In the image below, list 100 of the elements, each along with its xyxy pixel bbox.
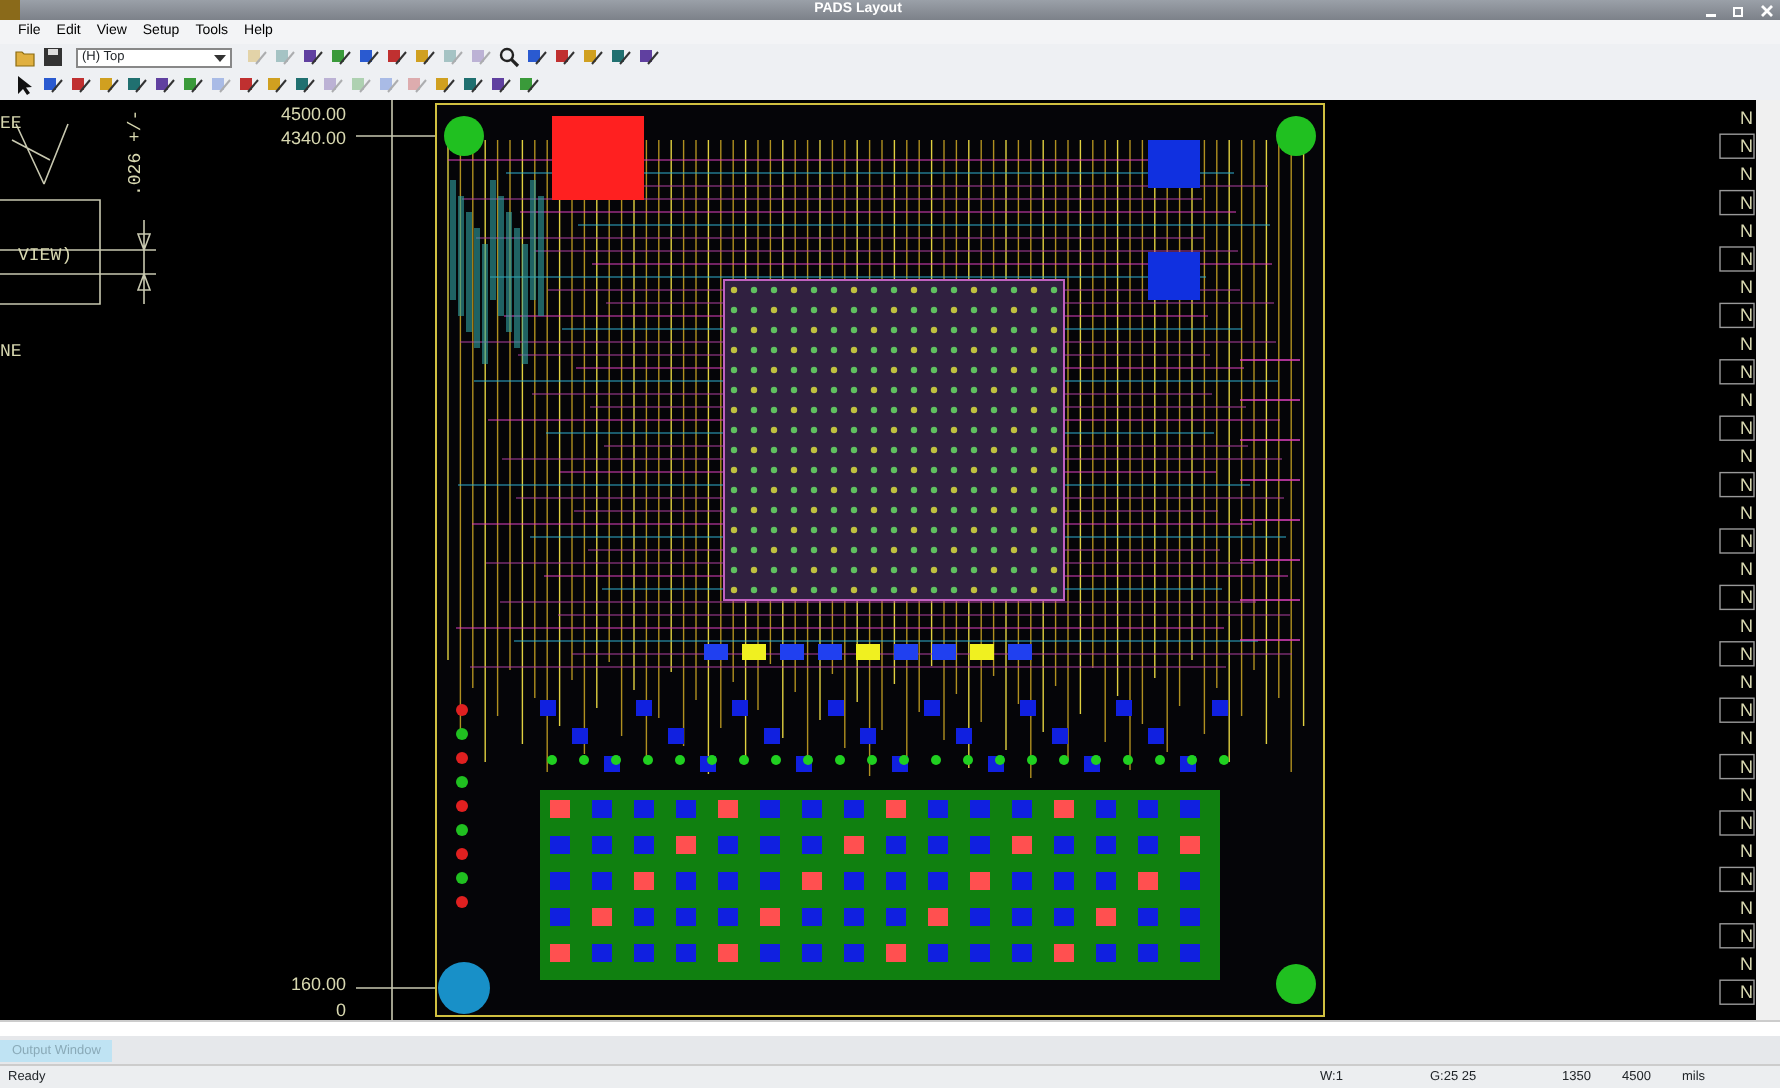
toolbar-button[interactable] (236, 73, 260, 98)
toolbar-button[interactable] (356, 45, 380, 70)
tool-icon (461, 74, 483, 97)
tool-icon (125, 74, 147, 97)
vertical-scrollbar[interactable] (1756, 99, 1780, 1020)
toolbar-button[interactable] (516, 73, 540, 98)
toolbar-button[interactable] (412, 45, 436, 70)
folder-icon (13, 46, 35, 69)
net-label: N (1740, 332, 1753, 353)
coordinate-label: 0 (335, 999, 346, 1020)
app-icon (0, 0, 20, 20)
tool-icon (181, 74, 203, 97)
toolbar-button[interactable] (608, 45, 632, 70)
toolbar-button[interactable] (636, 45, 660, 70)
net-label: N (1740, 107, 1753, 128)
net-label: N (1740, 642, 1753, 663)
toolbar-button[interactable] (152, 73, 176, 98)
tool-icon (209, 74, 231, 97)
tool-icon (329, 46, 351, 69)
toolbar-button[interactable] (124, 73, 148, 98)
toolbar-button[interactable] (488, 73, 512, 98)
close-icon[interactable] (1759, 3, 1773, 17)
toolbar-button[interactable] (180, 73, 204, 98)
drawing-label: .026 +/- (126, 108, 146, 196)
drawing-label: NE (0, 341, 22, 362)
toolbar-button[interactable] (68, 73, 92, 98)
net-label: N (1740, 671, 1753, 692)
tool-icon (41, 74, 63, 97)
tool-icon (413, 46, 435, 69)
net-label: N (1740, 896, 1753, 917)
toolbar-button[interactable] (580, 45, 604, 70)
tool-icon (525, 46, 547, 69)
net-label: N (1740, 727, 1753, 748)
net-label: N (1740, 953, 1753, 974)
net-label: N (1740, 304, 1753, 325)
toolbar-button[interactable] (12, 73, 36, 98)
net-label: N (1740, 417, 1753, 438)
net-label: N (1740, 981, 1753, 1002)
tool-icon (405, 74, 427, 97)
toolbar-button[interactable] (40, 73, 64, 98)
tool-icon (237, 74, 259, 97)
tool-icon (245, 46, 267, 69)
coordinate-label: 4340.00 (280, 127, 346, 148)
tool-icon (153, 74, 175, 97)
toolbar-button[interactable] (524, 45, 548, 70)
net-label: N (1740, 445, 1753, 466)
tool-icon (69, 74, 91, 97)
net-label: N (1740, 389, 1753, 410)
tool-icon (273, 46, 295, 69)
search-icon (497, 46, 519, 69)
tool-icon (517, 74, 539, 97)
tool-icon (349, 74, 371, 97)
net-label: N (1740, 276, 1753, 297)
toolbar-button[interactable] (40, 45, 64, 70)
tool-icon (377, 74, 399, 97)
net-label: N (1740, 135, 1753, 156)
net-label: N (1740, 163, 1753, 184)
tool-icon (357, 46, 379, 69)
tool-icon (469, 46, 491, 69)
net-label: N (1740, 868, 1753, 889)
tool-icon (489, 74, 511, 97)
net-label: N (1740, 840, 1753, 861)
tool-icon (433, 74, 455, 97)
net-label: N (1740, 473, 1753, 494)
tool-icon (637, 46, 659, 69)
tool-icon (321, 74, 343, 97)
net-label: N (1740, 219, 1753, 240)
toolbar-button[interactable] (432, 73, 456, 98)
toolbar-button[interactable] (328, 45, 352, 70)
toolbar-button[interactable] (552, 45, 576, 70)
net-label: N (1740, 755, 1753, 776)
net-label: N (1740, 699, 1753, 720)
toolbar-button[interactable] (460, 73, 484, 98)
drawing-label: VIEW) (18, 245, 73, 266)
net-label: N (1740, 530, 1753, 551)
tool-icon (265, 74, 287, 97)
toolbar-button[interactable] (292, 73, 316, 98)
tool-icon (301, 46, 323, 69)
toolbar-button[interactable] (264, 73, 288, 98)
tool-icon (609, 46, 631, 69)
toolbar-button[interactable] (384, 45, 408, 70)
toolbar-button[interactable] (300, 45, 324, 70)
save-icon (41, 46, 63, 69)
tool-icon (97, 74, 119, 97)
pointer-icon (13, 74, 35, 97)
restore-icon[interactable] (1731, 3, 1745, 17)
tool-icon (553, 46, 575, 69)
tool-icon (441, 46, 463, 69)
drawing-label: EE (0, 113, 22, 134)
net-label: N (1740, 191, 1753, 212)
coordinate-label: 4500.00 (280, 103, 346, 124)
net-label: N (1740, 586, 1753, 607)
net-label: N (1740, 783, 1753, 804)
tool-icon (385, 46, 407, 69)
coordinate-label: 160.00 (290, 973, 346, 994)
toolbar-button[interactable] (96, 73, 120, 98)
tool-icon (293, 74, 315, 97)
net-label: N (1740, 248, 1753, 269)
net-label: N (1740, 614, 1753, 635)
toolbar-button[interactable] (496, 45, 520, 70)
